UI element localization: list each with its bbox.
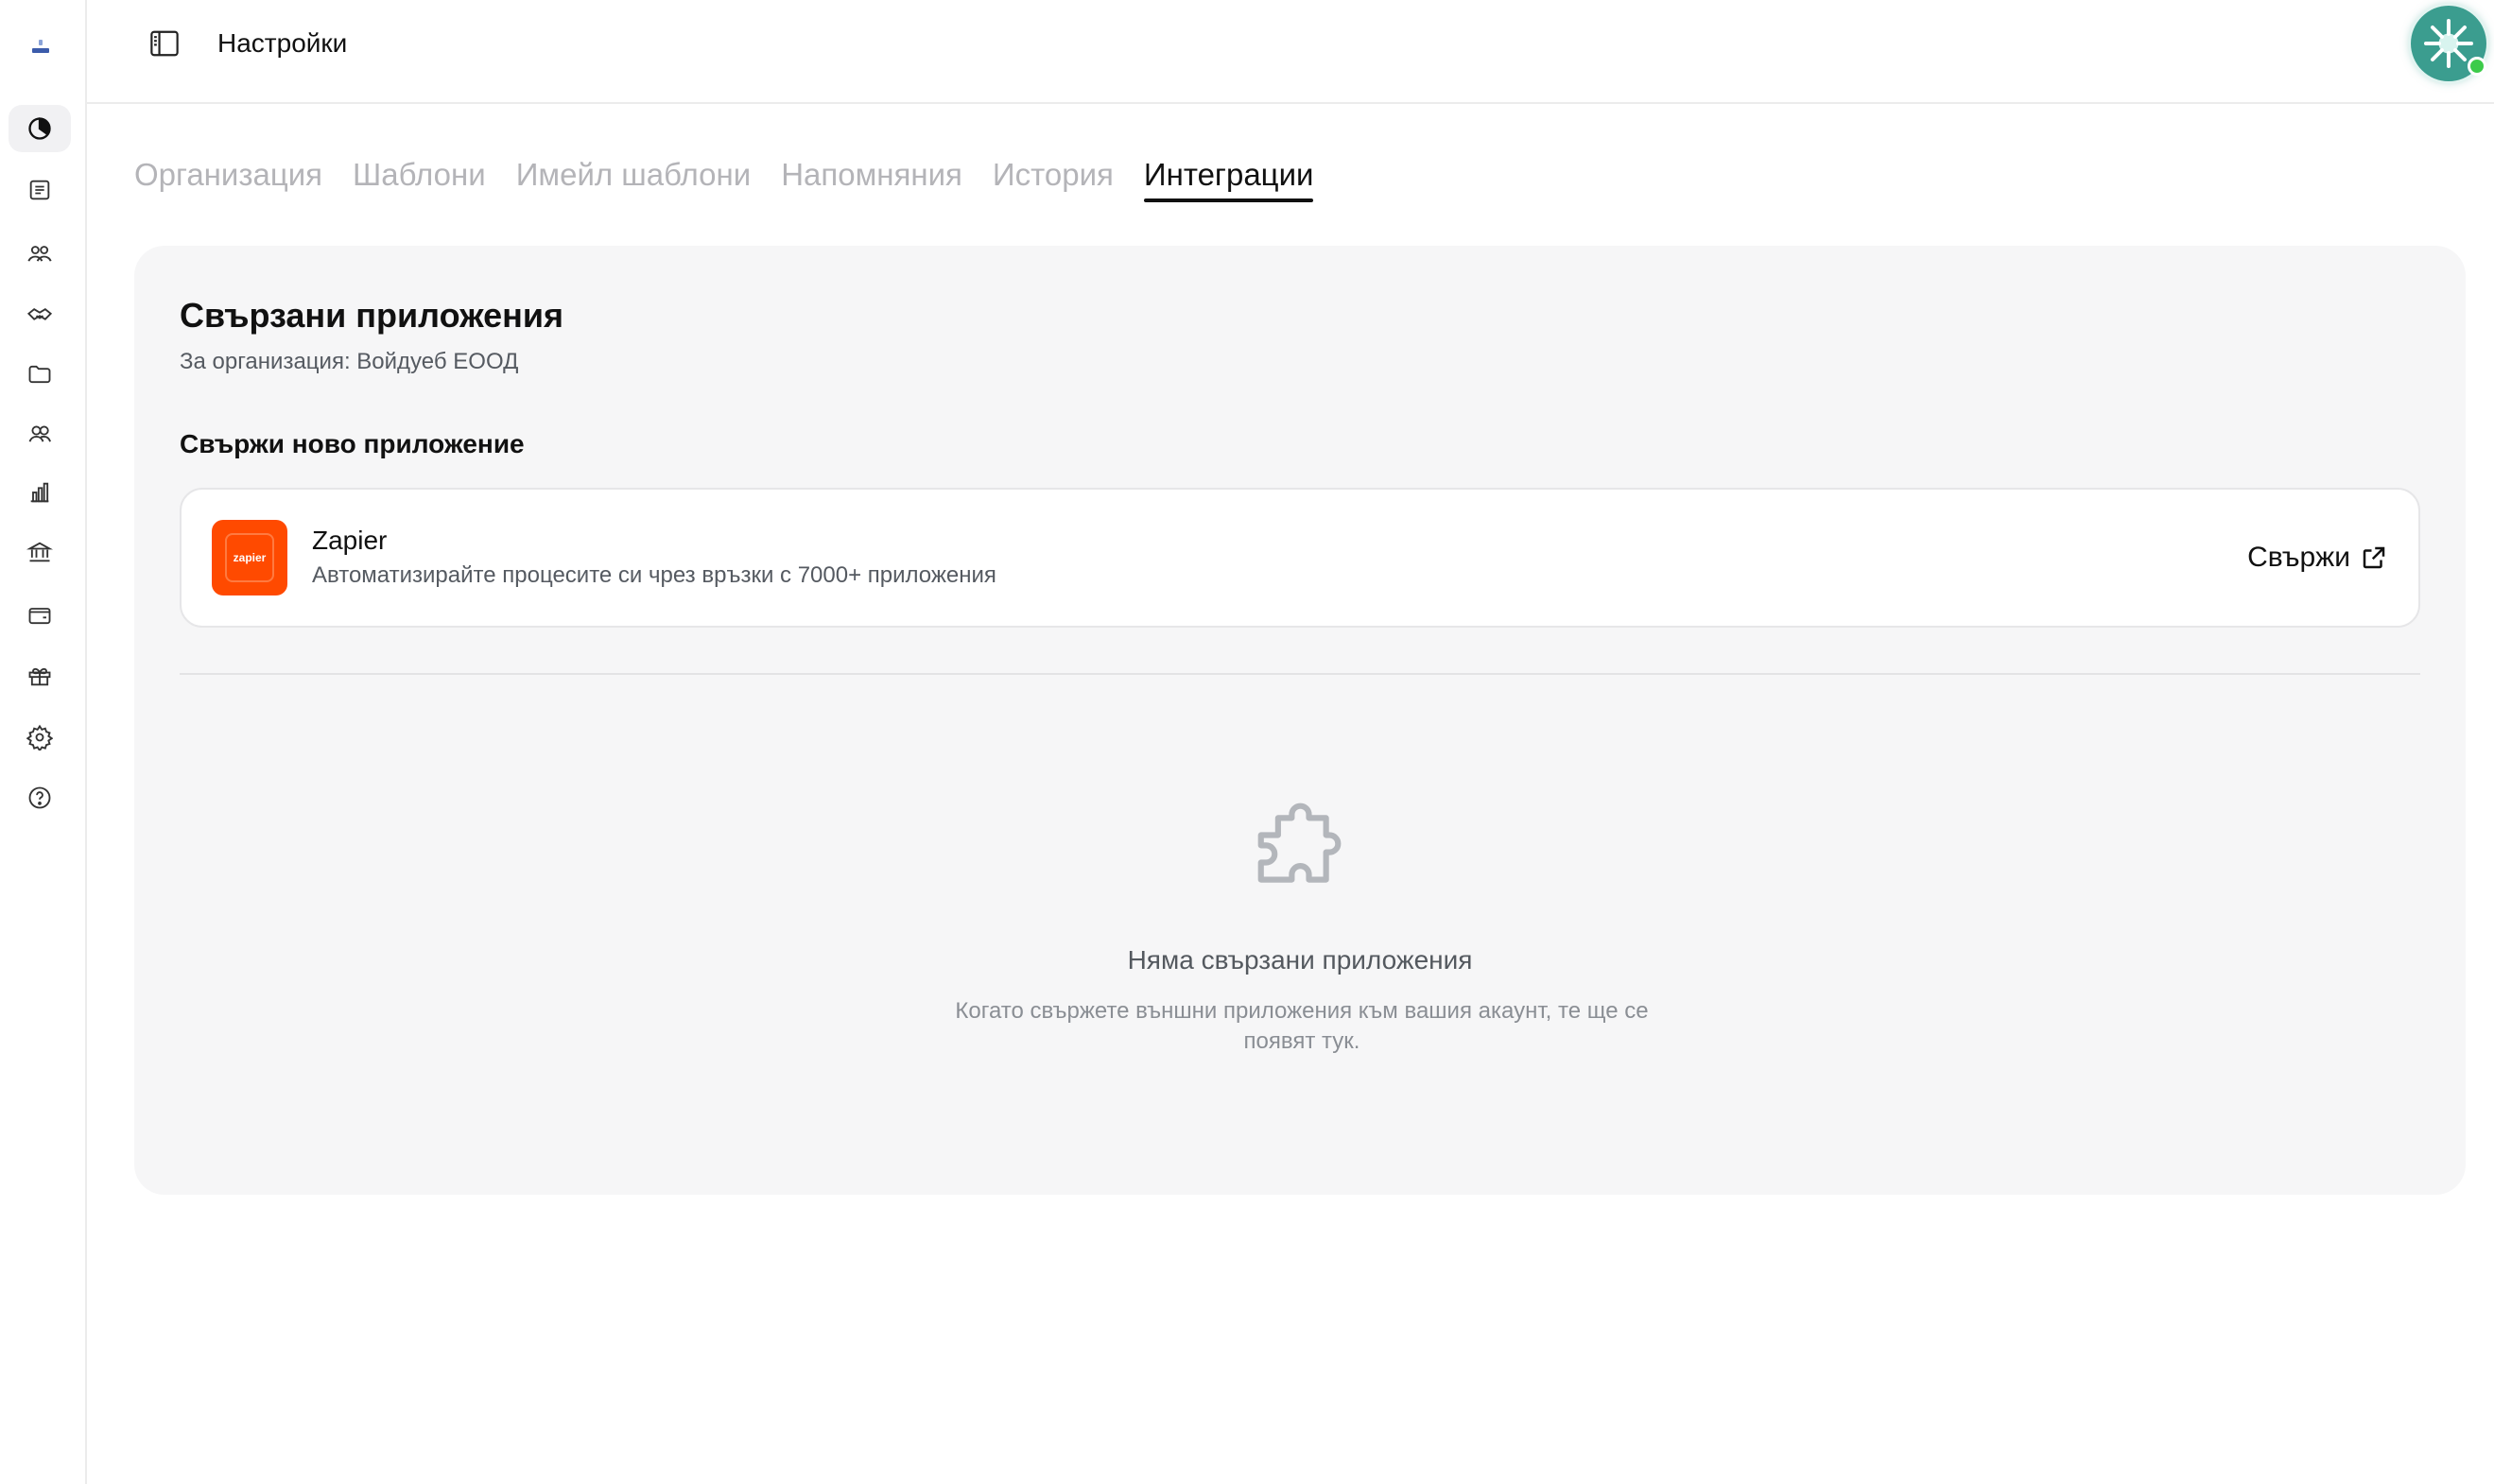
online-status-dot — [2468, 57, 2486, 76]
app-root: Настройки Организация Шаблони Имейл шабл… — [0, 0, 2494, 1484]
app-logo[interactable] — [28, 34, 53, 59]
sidebar-item-bank[interactable] — [9, 528, 71, 576]
sidebar-item-contacts[interactable] — [9, 410, 71, 457]
bank-icon — [26, 542, 53, 562]
app-name: Zapier — [312, 526, 388, 555]
users-group-icon — [27, 246, 52, 262]
sidebar-toggle-icon — [150, 30, 179, 57]
divider — [180, 673, 2420, 675]
external-link-icon — [2363, 546, 2385, 569]
gear-icon — [26, 724, 53, 751]
sidebar-item-reports[interactable] — [9, 469, 71, 516]
sidebar-item-deals[interactable] — [9, 291, 71, 338]
empty-state-title: Няма свързани приложения — [1127, 945, 1473, 975]
connect-button-label: Свържи — [2247, 542, 2350, 573]
document-list-icon — [29, 180, 50, 200]
tab-templates[interactable]: Шаблони — [353, 151, 486, 204]
wallet-icon — [28, 608, 51, 625]
organization-subtitle: За организация: Войдуеб ЕООД — [180, 349, 519, 374]
settings-tabs: Организация Шаблони Имейл шаблони Напомн… — [134, 151, 1313, 204]
tab-integrations[interactable]: Интеграции — [1143, 151, 1313, 204]
sidebar-item-dashboard[interactable] — [9, 105, 71, 152]
empty-state-description: Когато свържете външни приложения към ва… — [955, 998, 1649, 1054]
integrations-panel: Свързани приложения За организация: Войд… — [134, 246, 2466, 1195]
folder-icon — [28, 365, 51, 384]
puzzle-icon — [1257, 802, 1342, 883]
handshake-icon — [26, 308, 53, 320]
pie-chart-icon — [28, 117, 51, 140]
sidebar — [0, 0, 87, 1484]
zapier-logo-text: zapier — [225, 533, 274, 582]
zapier-logo: zapier — [212, 520, 287, 595]
sidebar-item-clients[interactable] — [9, 230, 71, 277]
zapier-app-card: zapier Zapier Автоматизирайте процесите … — [180, 488, 2420, 628]
top-header: Настройки — [87, 0, 2494, 104]
sidebar-toggle-button[interactable] — [146, 26, 183, 60]
panel-title: Свързани приложения — [180, 296, 564, 335]
contacts-icon — [28, 425, 51, 442]
gift-icon — [28, 667, 51, 686]
tab-organization[interactable]: Организация — [134, 151, 322, 204]
tab-email-templates[interactable]: Имейл шаблони — [516, 151, 752, 204]
app-description: Автоматизирайте процесите си чрез връзки… — [312, 562, 996, 588]
tab-reminders[interactable]: Напомняния — [781, 151, 962, 204]
page-title: Настройки — [217, 28, 348, 58]
connect-new-app-heading: Свържи ново приложение — [180, 429, 525, 458]
sidebar-item-wallet[interactable] — [9, 592, 71, 639]
help-icon — [28, 786, 51, 809]
tab-history[interactable]: История — [993, 151, 1114, 204]
bar-chart-icon — [30, 482, 49, 503]
sidebar-item-gifts[interactable] — [9, 652, 71, 699]
sidebar-item-help[interactable] — [9, 774, 71, 821]
connect-button[interactable]: Свържи — [2247, 537, 2388, 578]
sidebar-item-files[interactable] — [9, 351, 71, 398]
sidebar-item-documents[interactable] — [9, 166, 71, 214]
sidebar-item-settings[interactable] — [9, 714, 71, 761]
avatar[interactable] — [2411, 6, 2486, 81]
